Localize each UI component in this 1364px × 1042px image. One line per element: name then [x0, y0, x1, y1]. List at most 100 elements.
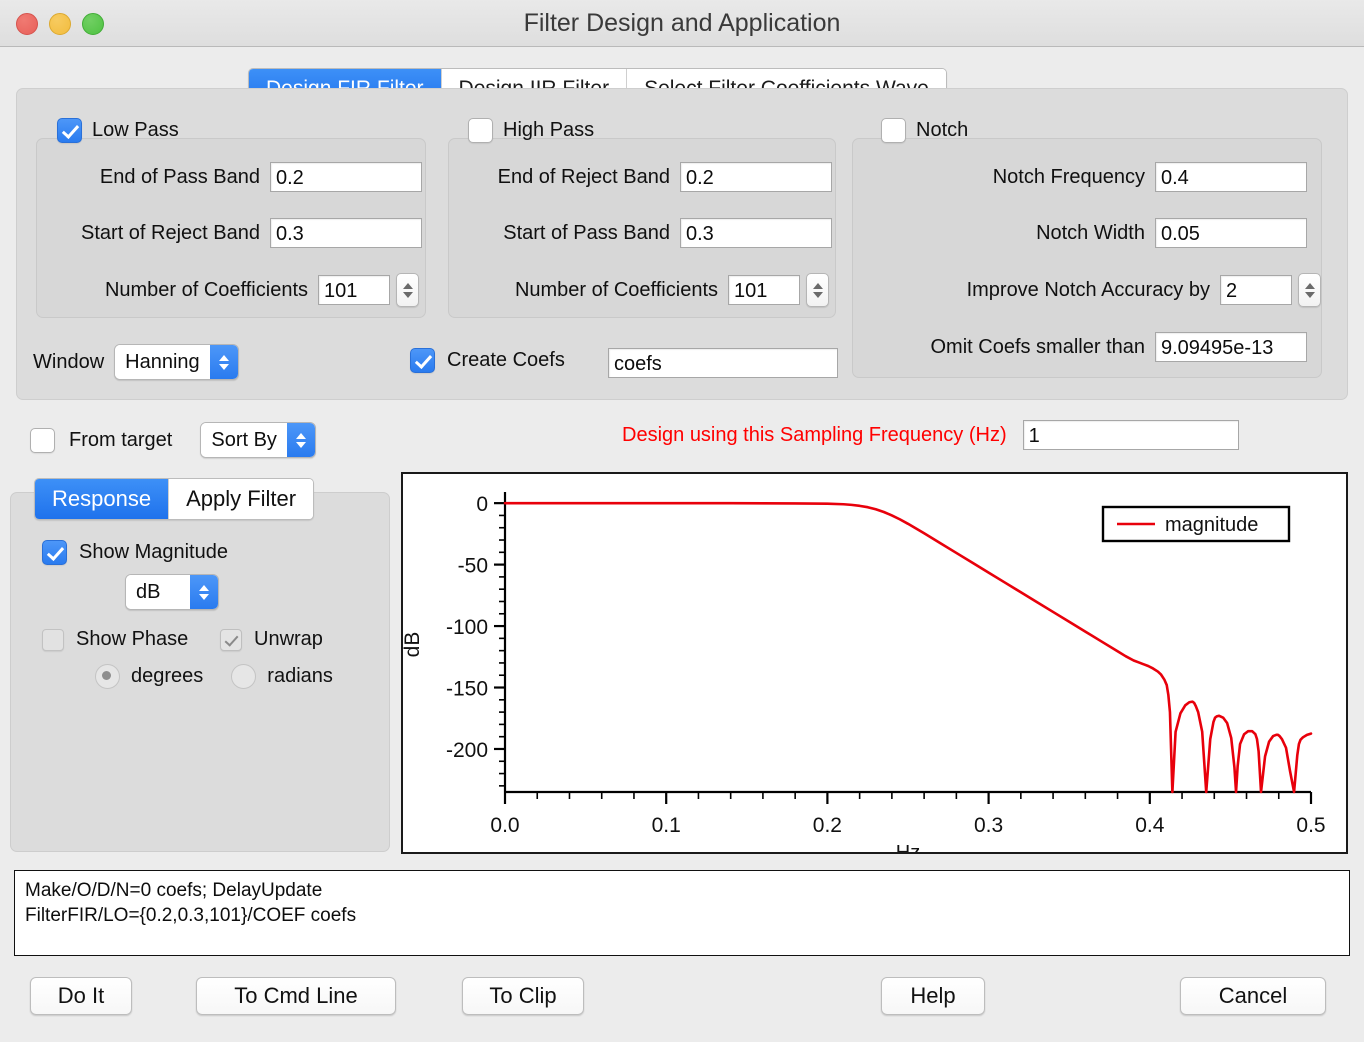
radio-radians-button[interactable] [231, 664, 257, 689]
to-clip-button[interactable]: To Clip [462, 977, 584, 1015]
show-phase-checkbox[interactable] [42, 628, 64, 651]
high-pass-start-of-pass-band-input[interactable]: 0.3 [680, 218, 832, 248]
command-text-area[interactable]: Make/O/D/N=0 coefs; DelayUpdate FilterFI… [14, 870, 1350, 956]
from-target-checkbox[interactable] [30, 427, 55, 453]
notch-frequency-input[interactable]: 0.4 [1155, 162, 1307, 192]
high-pass-end-of-reject-band-label: End of Reject Band [497, 165, 670, 188]
high-pass-checkbox-row[interactable]: High Pass [468, 118, 594, 143]
response-tabs[interactable]: Response Apply Filter [34, 478, 315, 520]
svg-text:0: 0 [476, 493, 488, 516]
tab-response[interactable]: Response [35, 479, 170, 519]
improve-notch-accuracy-input[interactable]: 2 [1220, 275, 1292, 305]
high-pass-end-of-reject-band-input[interactable]: 0.2 [680, 162, 832, 192]
high-pass-start-of-pass-band-label: Start of Pass Band [503, 221, 670, 244]
high-pass-start-of-pass-band-row: Start of Pass Band 0.3 [470, 218, 832, 248]
radio-degrees[interactable]: degrees [95, 664, 203, 689]
window-title: Filter Design and Application [523, 9, 841, 37]
low-pass-number-of-coefficients-input[interactable]: 101 [318, 275, 390, 305]
app-window: Filter Design and Application Design FIR… [0, 0, 1364, 1042]
low-pass-checkbox[interactable] [57, 118, 82, 143]
show-magnitude-row[interactable]: Show Magnitude [42, 540, 228, 565]
low-pass-start-of-reject-band-input[interactable]: 0.3 [270, 218, 422, 248]
magnitude-units-value: dB [126, 575, 190, 609]
notch-label: Notch [916, 119, 969, 141]
notch-width-input[interactable]: 0.05 [1155, 218, 1307, 248]
svg-text:-50: -50 [458, 555, 488, 578]
command-line-2: FilterFIR/LO={0.2,0.3,101}/COEF coefs [25, 905, 357, 926]
radio-degrees-button[interactable] [95, 664, 120, 689]
notch-width-label: Notch Width [1036, 221, 1145, 244]
window-function-label: Window [33, 350, 105, 373]
chevron-up-icon [1304, 282, 1315, 289]
notch-frequency-row: Notch Frequency 0.4 [880, 162, 1307, 192]
radio-degrees-label: degrees [131, 665, 204, 687]
low-pass-number-of-coefficients-stepper[interactable] [396, 273, 419, 307]
high-pass-checkbox[interactable] [468, 118, 493, 143]
magnitude-units-wrap: dB [125, 574, 219, 610]
window-function-select[interactable]: Hanning [114, 344, 239, 380]
unwrap-checkbox[interactable] [220, 628, 242, 651]
low-pass-checkbox-row[interactable]: Low Pass [57, 118, 179, 143]
show-magnitude-checkbox[interactable] [42, 540, 67, 565]
high-pass-number-of-coefficients-input[interactable]: 101 [728, 275, 800, 305]
svg-text:dB: dB [403, 632, 424, 658]
command-line-1: Make/O/D/N=0 coefs; DelayUpdate [25, 880, 323, 901]
phase-units-radio-group: degrees radians [95, 664, 333, 689]
high-pass-number-of-coefficients-stepper[interactable] [806, 273, 829, 307]
from-target-row: From target Sort By [30, 422, 316, 458]
omit-coefs-smaller-than-input[interactable]: 9.09495e-13 [1155, 332, 1307, 362]
sort-by-value: Sort By [201, 423, 287, 457]
from-target-label: From target [69, 428, 173, 451]
chevron-down-icon [812, 291, 823, 298]
notch-width-row: Notch Width 0.05 [880, 218, 1307, 248]
svg-text:0.2: 0.2 [813, 814, 842, 837]
notch-checkbox-row[interactable]: Notch [881, 118, 968, 143]
high-pass-number-of-coefficients-label: Number of Coefficients [514, 278, 718, 301]
window-function-row: Window Hanning [33, 344, 239, 380]
unwrap-row[interactable]: Unwrap [220, 628, 323, 651]
notch-frequency-label: Notch Frequency [992, 165, 1145, 188]
show-phase-row[interactable]: Show Phase [42, 628, 188, 651]
create-coefs-row[interactable]: Create Coefs [410, 348, 565, 373]
high-pass-label: High Pass [503, 119, 595, 141]
high-pass-end-of-reject-band-row: End of Reject Band 0.2 [470, 162, 832, 192]
coefs-wave-name-input[interactable]: coefs [608, 348, 838, 378]
low-pass-number-of-coefficients-row: Number of Coefficients 101 [60, 273, 419, 307]
svg-text:-100: -100 [446, 616, 488, 639]
radio-radians[interactable]: radians [231, 664, 333, 689]
magnitude-units-select[interactable]: dB [125, 574, 219, 610]
chevron-updown-icon [190, 575, 218, 609]
frequency-response-chart[interactable]: 0 -50 -100 -150 -200 dB 0.0 0.1 0.2 0.3 0.4 0.5 Hz ma… [401, 472, 1348, 854]
sampling-frequency-input[interactable]: 1 [1022, 420, 1239, 450]
low-pass-number-of-coefficients-label: Number of Coefficients [104, 278, 308, 301]
help-button[interactable]: Help [881, 977, 985, 1015]
notch-checkbox[interactable] [881, 118, 906, 143]
low-pass-label: Low Pass [92, 119, 179, 141]
show-magnitude-label: Show Magnitude [79, 541, 228, 563]
svg-text:0.3: 0.3 [974, 814, 1003, 837]
to-cmd-line-button[interactable]: To Cmd Line [196, 977, 396, 1015]
svg-text:0.1: 0.1 [652, 814, 681, 837]
do-it-button[interactable]: Do It [30, 977, 132, 1015]
show-phase-label: Show Phase [76, 628, 189, 650]
create-coefs-checkbox[interactable] [410, 348, 435, 373]
omit-coefs-smaller-than-label: Omit Coefs smaller than [930, 335, 1145, 358]
create-coefs-label: Create Coefs [447, 349, 565, 371]
improve-notch-accuracy-stepper[interactable] [1298, 273, 1321, 307]
chevron-up-icon [402, 282, 413, 289]
sort-by-select[interactable]: Sort By [200, 422, 316, 458]
svg-text:magnitude: magnitude [1165, 514, 1258, 536]
chevron-down-icon [402, 291, 413, 298]
chevron-down-icon [1304, 291, 1315, 298]
chevron-up-icon [812, 282, 823, 289]
cancel-button[interactable]: Cancel [1180, 977, 1326, 1015]
radio-radians-label: radians [267, 665, 333, 687]
sampling-frequency-label: Design using this Sampling Frequency (Hz… [622, 423, 1007, 446]
low-pass-end-of-pass-band-input[interactable]: 0.2 [270, 162, 422, 192]
low-pass-start-of-reject-band-label: Start of Reject Band [81, 221, 260, 244]
svg-text:0.5: 0.5 [1296, 814, 1325, 837]
title-bar: Filter Design and Application [0, 0, 1364, 47]
tab-apply-filter[interactable]: Apply Filter [169, 479, 314, 519]
svg-text:-150: -150 [446, 678, 488, 701]
low-pass-start-of-reject-band-row: Start of Reject Band 0.3 [60, 218, 422, 248]
